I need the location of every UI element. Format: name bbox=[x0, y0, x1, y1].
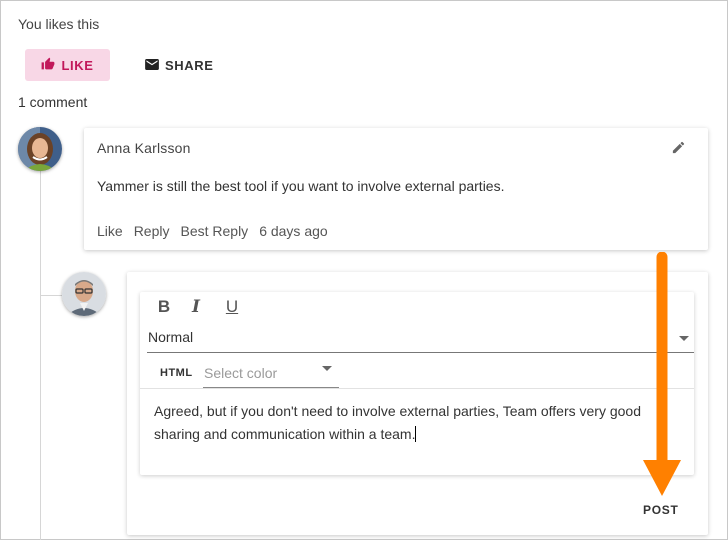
comment-like-link[interactable]: Like bbox=[97, 223, 123, 239]
bold-icon[interactable]: B bbox=[153, 296, 175, 318]
chevron-down-icon bbox=[322, 366, 332, 371]
color-select-placeholder: Select color bbox=[204, 365, 278, 381]
arrow-down-icon bbox=[640, 251, 684, 497]
italic-icon[interactable]: I bbox=[185, 296, 207, 318]
toolbar-divider bbox=[140, 388, 694, 389]
comment-reply-link[interactable]: Reply bbox=[134, 223, 170, 239]
envelope-icon bbox=[145, 58, 159, 73]
likes-summary: You likes this bbox=[18, 16, 100, 32]
reply-branch-line bbox=[40, 295, 62, 296]
html-toggle[interactable]: HTML bbox=[160, 367, 193, 379]
thumbs-up-icon bbox=[41, 57, 55, 73]
color-select[interactable]: Select color bbox=[203, 359, 339, 388]
reply-text-area[interactable]: Agreed, but if you don't need to involve… bbox=[154, 400, 674, 446]
thread-line bbox=[40, 170, 41, 540]
share-button-label: SHARE bbox=[165, 57, 214, 73]
comment-text: Yammer is still the best tool if you wan… bbox=[97, 178, 505, 194]
paragraph-style-value: Normal bbox=[148, 329, 194, 345]
comment-best-reply-link[interactable]: Best Reply bbox=[180, 223, 248, 239]
like-button-label: LIKE bbox=[61, 57, 94, 73]
comment-actions: Like Reply Best Reply 6 days ago bbox=[97, 223, 328, 239]
like-button[interactable]: LIKE bbox=[25, 49, 110, 81]
comment-count: 1 comment bbox=[18, 94, 88, 110]
comment-author[interactable]: Anna Karlsson bbox=[97, 140, 191, 156]
post-button[interactable]: POST bbox=[643, 503, 678, 517]
comment-timestamp: 6 days ago bbox=[259, 223, 328, 239]
rich-text-editor: B I U Normal HTML Select color Agreed, b… bbox=[140, 292, 694, 475]
reply-text: Agreed, but if you don't need to involve… bbox=[154, 403, 642, 442]
text-cursor bbox=[415, 426, 417, 442]
avatar[interactable] bbox=[62, 272, 106, 316]
comment-card: Anna Karlsson Yammer is still the best t… bbox=[84, 128, 708, 250]
paragraph-style-select[interactable]: Normal bbox=[147, 325, 694, 353]
pencil-icon[interactable] bbox=[671, 140, 687, 156]
underline-icon[interactable]: U bbox=[221, 296, 243, 318]
share-button[interactable]: SHARE bbox=[145, 49, 214, 81]
avatar[interactable] bbox=[18, 127, 62, 171]
